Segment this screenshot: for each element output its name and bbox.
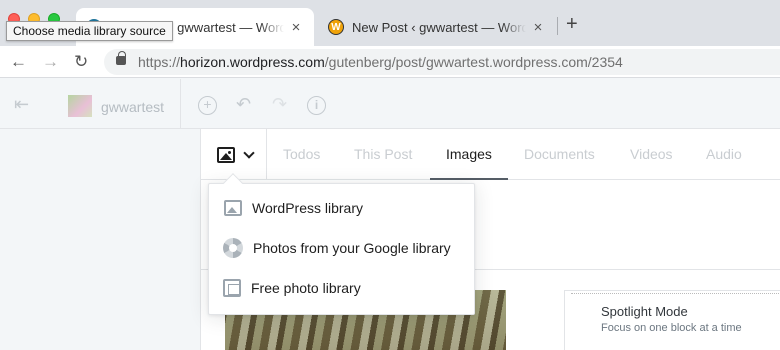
browser-toolbar: ← → ↻ https://horizon.wordpress.com/gute… — [0, 46, 780, 78]
undo-icon[interactable]: ↶ — [236, 95, 251, 113]
menu-item-label: WordPress library — [252, 200, 363, 216]
divider — [571, 293, 780, 294]
site-name[interactable]: gwwartest — [101, 99, 164, 115]
tooltip: Choose media library source — [6, 21, 173, 41]
google-photos-icon — [223, 238, 243, 258]
browser-tab[interactable]: W New Post ‹ gwwartest — WordPress × — [318, 8, 556, 46]
image-icon — [224, 200, 242, 216]
lock-icon — [116, 51, 126, 65]
media-source-dropdown: WordPress library Photos from your Googl… — [208, 173, 475, 315]
tab-images[interactable]: Images — [430, 129, 508, 180]
exit-icon[interactable]: ⇤ — [14, 95, 29, 113]
redo-icon[interactable]: ↷ — [272, 95, 287, 113]
forward-arrow-icon[interactable]: → — [42, 51, 59, 73]
tab-divider — [557, 17, 558, 35]
close-tab-icon[interactable]: × — [288, 19, 304, 36]
url-path: /gutenberg/post/gwwartest.wordpress.com/… — [324, 54, 623, 70]
url-scheme: https:// — [138, 54, 181, 70]
tab-title: New Post ‹ gwwartest — WordPress — [352, 19, 526, 35]
close-tab-icon[interactable]: × — [530, 19, 546, 36]
media-source-button[interactable] — [201, 129, 267, 180]
menu-item-label: Free photo library — [251, 280, 361, 296]
site-icon — [68, 95, 92, 117]
new-tab-button[interactable]: + — [566, 14, 578, 34]
editor-header: ⇤ gwwartest + ↶ ↷ i — [0, 79, 780, 129]
chevron-down-icon — [243, 147, 255, 159]
tab-documents[interactable]: Documents — [524, 129, 595, 180]
menu-item-label: Photos from your Google library — [253, 240, 451, 256]
reload-icon[interactable]: ↻ — [74, 51, 88, 73]
spotlight-title: Spotlight Mode — [601, 304, 688, 319]
media-tabs: Todos This Post Images Documents Videos … — [201, 129, 780, 180]
back-arrow-icon[interactable]: ← — [10, 51, 27, 73]
spotlight-mode-option[interactable]: Spotlight Mode Focus on one block at a t… — [564, 290, 780, 350]
photo-gallery-icon — [223, 279, 241, 297]
menu-item-google-photos[interactable]: Photos from your Google library — [209, 228, 474, 268]
menu-item-wordpress-library[interactable]: WordPress library — [209, 188, 474, 228]
menu-item-free-photo-library[interactable]: Free photo library — [209, 268, 474, 308]
header-divider — [180, 79, 181, 129]
url-text: https://horizon.wordpress.com/gutenberg/… — [138, 54, 623, 70]
tab-audio[interactable]: Audio — [706, 129, 742, 180]
info-icon[interactable]: i — [307, 96, 326, 115]
tab-videos[interactable]: Videos — [630, 129, 673, 180]
tab-todos[interactable]: Todos — [283, 129, 320, 180]
add-block-icon[interactable]: + — [198, 96, 217, 115]
wordpress-favicon-icon: W — [328, 19, 344, 35]
url-host: horizon.wordpress.com — [180, 54, 325, 70]
image-icon — [217, 147, 235, 163]
tab-this-post[interactable]: This Post — [354, 129, 412, 180]
spotlight-description: Focus on one block at a time — [601, 322, 742, 334]
address-bar[interactable]: https://horizon.wordpress.com/gutenberg/… — [104, 49, 780, 75]
